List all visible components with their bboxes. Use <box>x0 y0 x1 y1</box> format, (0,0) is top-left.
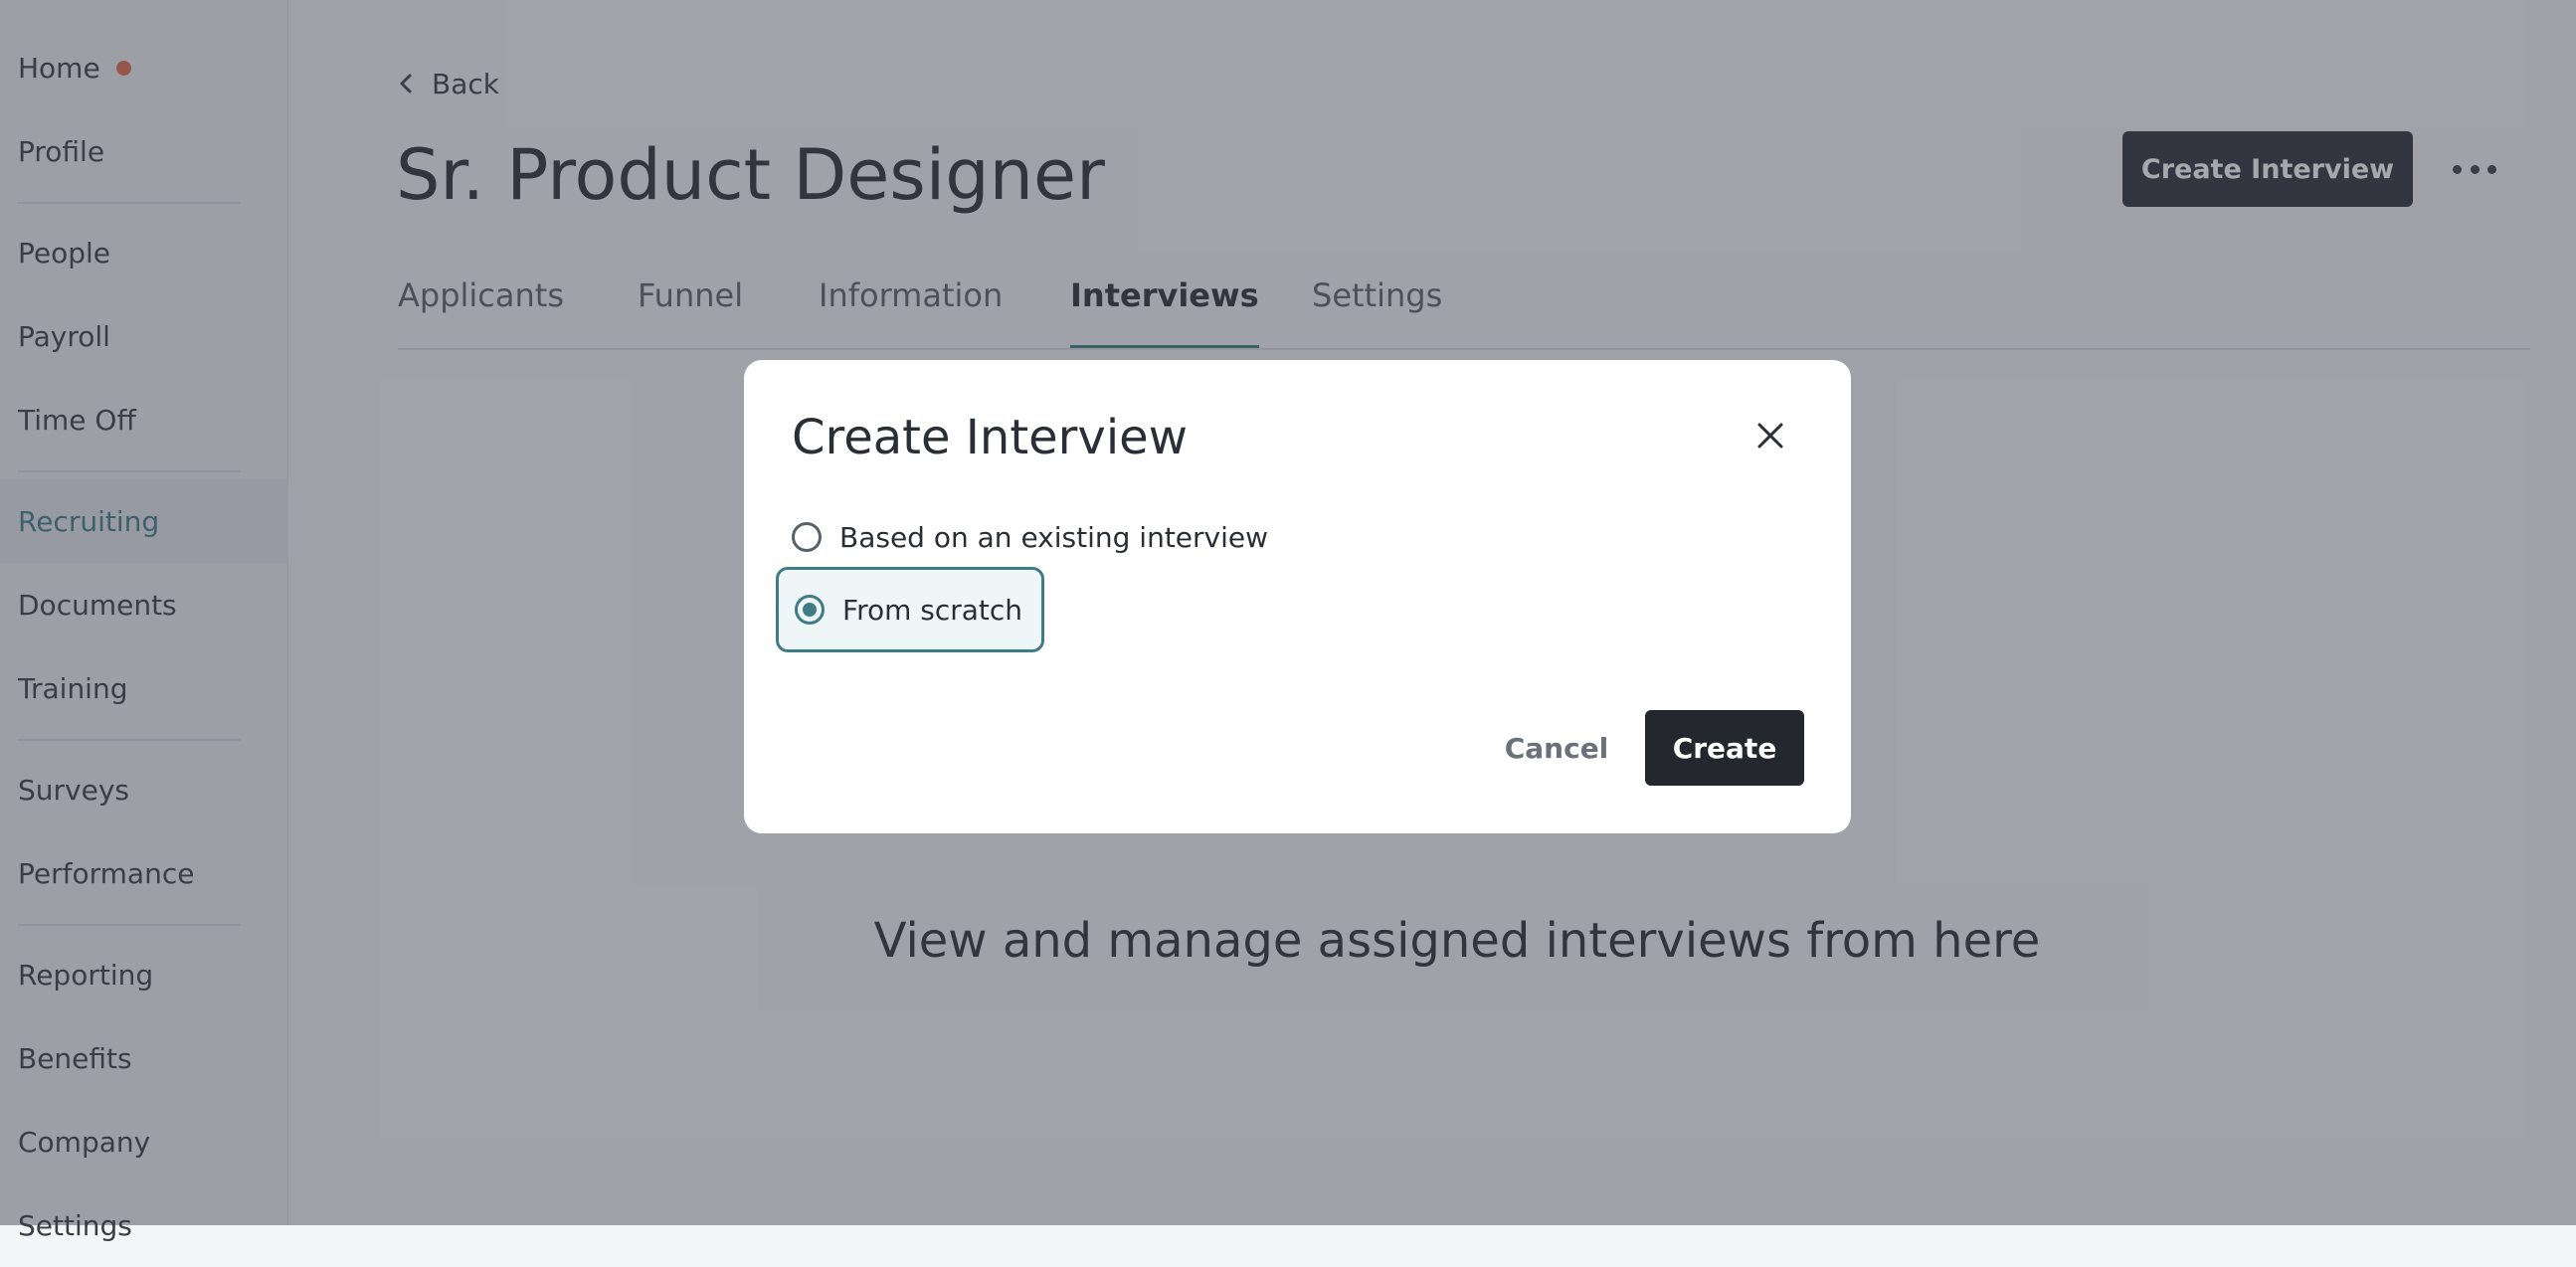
create-button[interactable]: Create <box>1645 710 1804 786</box>
close-icon <box>1757 423 1783 449</box>
option-label: Based on an existing interview <box>839 520 1269 554</box>
radio-button-selected[interactable] <box>795 595 825 625</box>
modal-backdrop[interactable]: Create Interview Based on an existing in… <box>0 0 2576 1225</box>
option-label: From scratch <box>842 593 1023 627</box>
option-existing-interview[interactable]: Based on an existing interview <box>792 512 1268 562</box>
cancel-button[interactable]: Cancel <box>1482 710 1631 786</box>
radio-button[interactable] <box>792 522 822 552</box>
option-from-scratch[interactable]: From scratch <box>776 567 1044 652</box>
dialog-title: Create Interview <box>792 410 1188 465</box>
close-button[interactable] <box>1747 412 1794 459</box>
create-interview-dialog: Create Interview Based on an existing in… <box>744 360 1851 833</box>
